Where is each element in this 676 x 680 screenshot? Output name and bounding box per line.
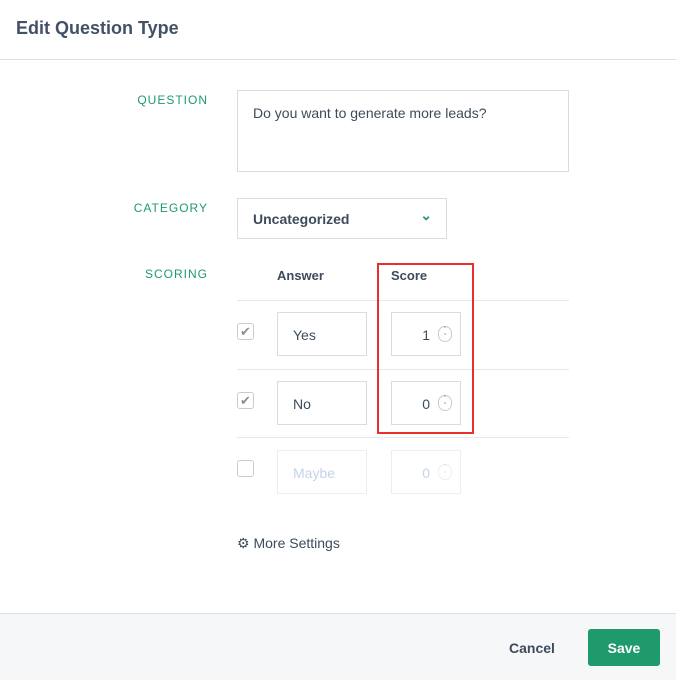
gear-icon: ⚙ [237, 535, 250, 551]
dialog-footer [0, 613, 676, 680]
answer-header: Answer [277, 268, 324, 283]
question-label: QUESTION [137, 93, 208, 107]
more-settings-link[interactable]: ⚙ More Settings [237, 535, 340, 552]
score-stepper[interactable]: 0 ˆˇ [391, 450, 461, 494]
row-checkbox[interactable]: ✔ [237, 392, 254, 409]
dialog-title: Edit Question Type [16, 18, 179, 38]
answer-input[interactable]: No [277, 381, 367, 425]
answer-input[interactable]: Maybe [277, 450, 367, 494]
category-select[interactable]: Uncategorized ⌄ [237, 198, 447, 239]
category-label: CATEGORY [133, 201, 208, 215]
spinner-icon[interactable]: ˆˇ [438, 464, 452, 480]
save-button[interactable]: Save [588, 629, 660, 666]
score-value: 0 [422, 465, 430, 481]
question-input[interactable]: Do you want to generate more leads? [237, 90, 569, 172]
answer-input[interactable]: Yes [277, 312, 367, 356]
divider [0, 59, 676, 60]
divider [237, 437, 569, 438]
row-checkbox[interactable]: ✔ [237, 323, 254, 340]
chevron-down-icon: ⌄ [420, 207, 432, 223]
cancel-button[interactable]: Cancel [509, 640, 555, 656]
category-value: Uncategorized [253, 211, 350, 227]
more-settings-label: More Settings [253, 535, 340, 551]
scoring-label: SCORING [144, 267, 208, 281]
row-checkbox[interactable] [237, 460, 254, 477]
score-highlight-box [377, 263, 474, 434]
